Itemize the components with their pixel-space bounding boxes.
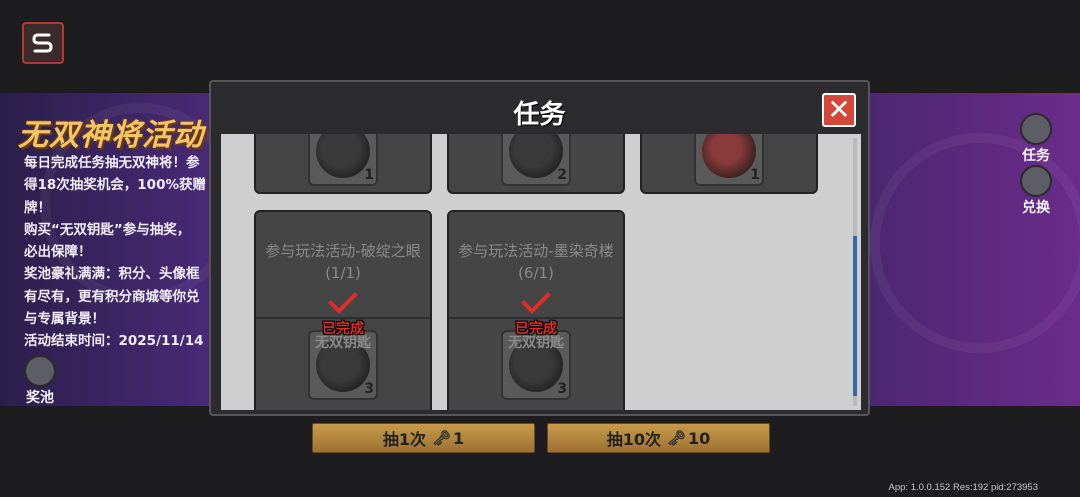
task-name: 参与玩法活动-墨染奇楼(6/1) bbox=[458, 242, 614, 282]
prize-pool-button[interactable]: 奖池 bbox=[24, 355, 56, 407]
task-dialog: 任务 ✕ 1 2 1 参与玩法活动-破绽之眼(1/1) 3 无双钥匙 已完成 参… bbox=[209, 80, 870, 416]
scrollbar-thumb[interactable] bbox=[853, 236, 857, 396]
back-button[interactable] bbox=[22, 22, 64, 64]
version-info: App: 1.0.0.152 Res:192 pid:273953 bbox=[888, 482, 1038, 493]
draw-one-button[interactable]: 抽1次 🗝 1 bbox=[312, 423, 535, 453]
reward-count: 1 bbox=[364, 167, 374, 183]
task-list[interactable]: 1 2 1 参与玩法活动-破绽之眼(1/1) 3 无双钥匙 已完成 参与玩法活动… bbox=[221, 134, 861, 410]
key-reward-icon bbox=[509, 134, 563, 178]
tasks-label: 任务 bbox=[1022, 148, 1050, 164]
event-description: 每日完成任务抽无双神将！参 得18次抽奖机会，100%获赠 牌！ 购买“无双钥匙… bbox=[24, 152, 214, 353]
event-description-line: 奖池豪礼满满：积分、头像框 bbox=[24, 266, 200, 283]
completed-status: 已完成 bbox=[322, 321, 364, 337]
event-description-line: 每日完成任务抽无双神将！参 bbox=[24, 155, 200, 171]
reward-count: 3 bbox=[557, 381, 567, 397]
reward-count: 1 bbox=[750, 167, 760, 183]
scrollbar[interactable] bbox=[853, 138, 857, 406]
event-description-line: 得18次抽奖机会，100%获赠 bbox=[24, 177, 206, 194]
reward-slot: 2 bbox=[501, 134, 571, 186]
event-title: 无双神将活动 bbox=[18, 118, 204, 153]
prize-pool-icon bbox=[24, 355, 56, 387]
dialog-title: 任务 bbox=[513, 100, 566, 130]
key-icon: 🗝 bbox=[431, 429, 452, 447]
task-card-completed: 参与玩法活动-破绽之眼(1/1) 3 无双钥匙 已完成 bbox=[254, 210, 432, 410]
event-end-time: 活动结束时间：2025/11/14 bbox=[24, 333, 204, 350]
task-card: 1 bbox=[254, 134, 432, 194]
tasks-button[interactable]: 任务 bbox=[1020, 113, 1052, 165]
tasks-icon bbox=[1020, 113, 1052, 145]
exchange-icon bbox=[1020, 165, 1052, 197]
close-button[interactable]: ✕ bbox=[822, 93, 856, 127]
draw-ten-button[interactable]: 抽10次 🗝 10 bbox=[547, 423, 770, 453]
avatar-frame-reward-icon bbox=[702, 134, 756, 178]
event-description-line: 必出保障！ bbox=[24, 244, 92, 261]
draw-ten-cost: 10 bbox=[688, 428, 711, 448]
reward-count: 2 bbox=[557, 167, 567, 183]
prize-pool-label: 奖池 bbox=[26, 390, 54, 406]
key-reward-icon bbox=[316, 134, 370, 178]
draw-one-cost: 1 bbox=[453, 428, 465, 448]
task-card: 1 bbox=[640, 134, 818, 194]
task-name: 参与玩法活动-破绽之眼(1/1) bbox=[265, 242, 421, 282]
completed-status: 已完成 bbox=[515, 321, 557, 337]
event-description-line: 有尽有，更有积分商城等你兑 bbox=[24, 288, 200, 305]
exchange-button[interactable]: 兑换 bbox=[1020, 165, 1052, 217]
reward-count: 3 bbox=[364, 381, 374, 397]
task-card-completed: 参与玩法活动-墨染奇楼(6/1) 3 无双钥匙 已完成 bbox=[447, 210, 625, 410]
draw-ten-label: 抽10次 bbox=[606, 430, 661, 449]
reward-slot: 1 bbox=[308, 134, 378, 186]
back-arrow-icon bbox=[32, 33, 53, 53]
checkmark-icon bbox=[521, 292, 551, 314]
exchange-label: 兑换 bbox=[1022, 200, 1050, 216]
task-card: 2 bbox=[447, 134, 625, 194]
event-description-line: 牌！ bbox=[24, 199, 51, 216]
event-description-line: 与专属背景！ bbox=[24, 311, 105, 328]
key-icon: 🗝 bbox=[666, 429, 687, 447]
reward-slot: 1 bbox=[694, 134, 764, 186]
draw-one-label: 抽1次 bbox=[382, 430, 426, 449]
close-icon: ✕ bbox=[827, 93, 851, 126]
checkmark-icon bbox=[328, 292, 358, 314]
event-description-line: 购买“无双钥匙”参与抽奖， bbox=[24, 221, 191, 238]
